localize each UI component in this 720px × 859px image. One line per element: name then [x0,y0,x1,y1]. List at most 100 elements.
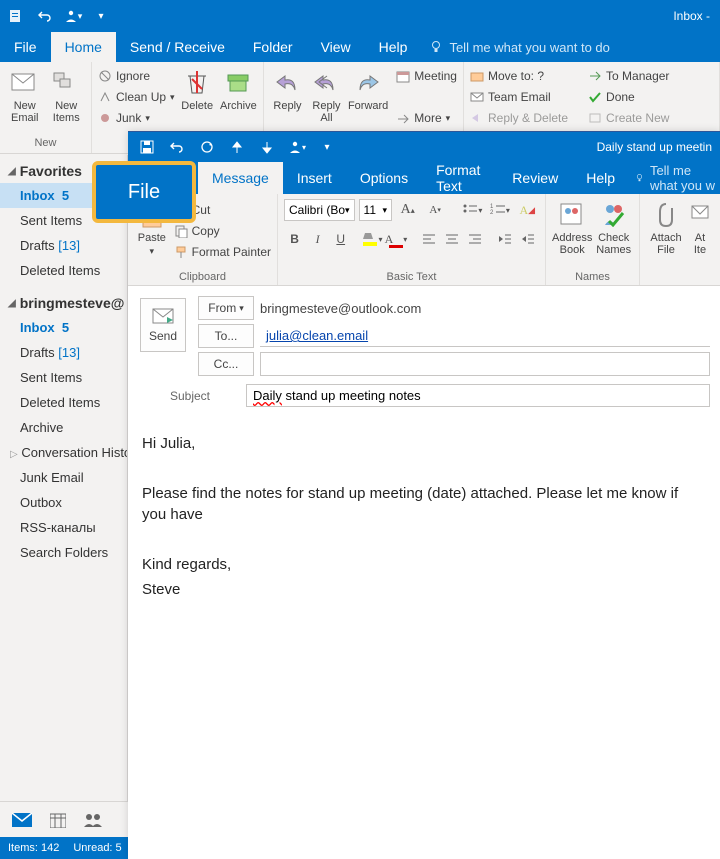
down-icon[interactable] [256,136,278,158]
save-icon[interactable] [136,136,158,158]
align-right-icon[interactable] [464,227,485,251]
underline-button[interactable]: U [330,227,351,251]
compose-tellme[interactable]: Tell me what you w [629,162,720,194]
file-callout[interactable]: File [92,161,196,223]
sidebar-junk[interactable]: Junk Email [0,465,127,490]
status-unread: Unread: 5 [73,842,121,854]
forward-button[interactable]: Forward [348,66,388,112]
body-line-2: Please find the notes for stand up meeti… [142,483,706,525]
moveto-button[interactable]: Move to: ? [470,66,568,86]
tab-view[interactable]: View [307,32,365,62]
sidebar-inbox[interactable]: Inbox 5 [0,315,127,340]
compose-tab-message[interactable]: Message [198,162,283,194]
done-button[interactable]: Done [588,87,669,107]
qat-customize-icon[interactable]: ▾ [90,5,112,27]
more-button[interactable]: More▾ [396,108,457,128]
checknames-button[interactable]: Check Names [594,198,633,256]
font-color-button[interactable]: A▾ [385,227,408,251]
undo-icon[interactable] [166,136,188,158]
clear-format-icon[interactable]: A◢ [516,198,539,222]
bullets-icon[interactable]: ▾ [461,198,484,222]
reply-all-button[interactable]: Reply All [309,66,344,124]
sidebar-drafts-fav[interactable]: Drafts [13] [0,233,127,258]
italic-button[interactable]: I [307,227,328,251]
highlight-button[interactable]: ▾ [361,227,383,251]
font-name-select[interactable]: Calibri (Bo▾ [284,199,355,221]
tab-home[interactable]: Home [51,32,116,62]
redo-icon[interactable] [196,136,218,158]
replydelete-button[interactable]: Reply & Delete [470,108,568,128]
shrink-font-icon[interactable]: A▾ [423,198,446,222]
copy-button[interactable]: Copy [174,221,271,241]
teamemail-button[interactable]: Team Email [470,87,568,107]
reply-button[interactable]: Reply [270,66,305,112]
sidebar-outbox[interactable]: Outbox [0,490,127,515]
tab-sendreceive[interactable]: Send / Receive [116,32,239,62]
compose-tab-options[interactable]: Options [346,162,422,194]
archive-button[interactable]: Archive [220,66,257,112]
compose-tab-insert[interactable]: Insert [283,162,346,194]
tab-help[interactable]: Help [365,32,422,62]
to-button[interactable]: To... [198,324,254,348]
formatpainter-button[interactable]: Format Painter [174,242,271,262]
tell-me-search[interactable]: Tell me what you want to do [421,32,609,62]
undo-icon[interactable] [34,5,56,27]
person-icon[interactable]: ▾ [62,5,84,27]
sidebar-archive[interactable]: Archive [0,415,127,440]
body-line-3: Kind regards, [142,554,706,575]
outlook-icon[interactable] [6,5,28,27]
align-left-icon[interactable] [418,227,439,251]
customize-icon[interactable]: ▾ [316,136,338,158]
subject-input[interactable]: Daily stand up meeting notes [246,384,710,407]
tab-file[interactable]: File [0,32,51,62]
subject-label: Subject [134,389,246,403]
cc-button[interactable]: Cc... [198,352,254,376]
tab-folder[interactable]: Folder [239,32,307,62]
up-icon[interactable] [226,136,248,158]
new-items-button[interactable]: New Items [48,66,86,124]
grow-font-icon[interactable]: A▴ [396,198,419,222]
sidebar-search[interactable]: Search Folders [0,540,127,565]
nav-bar [0,801,128,837]
to-input[interactable]: julia@clean.email [260,325,710,347]
font-size-select[interactable]: 11▾ [359,199,392,221]
people-nav-icon[interactable] [84,813,102,827]
new-email-button[interactable]: New Email [6,66,44,124]
sidebar-deleted-fav[interactable]: Deleted Items [0,258,127,283]
createnew-button[interactable]: Create New [588,108,669,128]
cc-input[interactable] [260,352,710,376]
calendar-nav-icon[interactable] [50,812,66,828]
cleanup-button[interactable]: Clean Up▾ [98,87,175,107]
compose-body[interactable]: Hi Julia, Please find the notes for stan… [128,417,720,847]
compose-tabs: Message Insert Options Format Text Revie… [128,162,720,194]
compose-tab-review[interactable]: Review [498,162,572,194]
ignore-button[interactable]: Ignore [98,66,175,86]
addressbook-button[interactable]: Address Book [552,198,592,256]
indent-inc-icon[interactable] [518,227,539,251]
align-center-icon[interactable] [441,227,462,251]
sidebar-convhist[interactable]: ▷ Conversation Histor [0,440,127,465]
send-button[interactable]: Send [140,298,186,352]
compose-tab-help[interactable]: Help [572,162,629,194]
compose-tab-formattext[interactable]: Format Text [422,162,498,194]
person-icon[interactable]: ▾ [286,136,308,158]
sidebar-deleted[interactable]: Deleted Items [0,390,127,415]
sidebar-rss[interactable]: RSS-каналы [0,515,127,540]
mail-nav-icon[interactable] [12,813,32,827]
from-button[interactable]: From▾ [198,296,254,320]
sidebar-drafts[interactable]: Drafts [13] [0,340,127,365]
sidebar-sent[interactable]: Sent Items [0,365,127,390]
numbering-icon[interactable]: 12▾ [488,198,511,222]
delete-button[interactable]: Delete [179,66,216,112]
junk-button[interactable]: Junk▾ [98,108,175,128]
meeting-button[interactable]: Meeting [396,66,457,86]
main-ribbon-tabs: File Home Send / Receive Folder View Hel… [0,32,720,62]
compose-title: Daily stand up meetin [597,140,712,154]
basictext-label: Basic Text [284,271,539,283]
bold-button[interactable]: B [284,227,305,251]
account-header[interactable]: ◢bringmesteve@ [0,291,127,315]
attachfile-button[interactable]: Attach File [646,198,686,256]
tomanager-button[interactable]: To Manager [588,66,669,86]
indent-dec-icon[interactable] [495,227,516,251]
attachitem-button[interactable]: At Ite [688,198,712,256]
